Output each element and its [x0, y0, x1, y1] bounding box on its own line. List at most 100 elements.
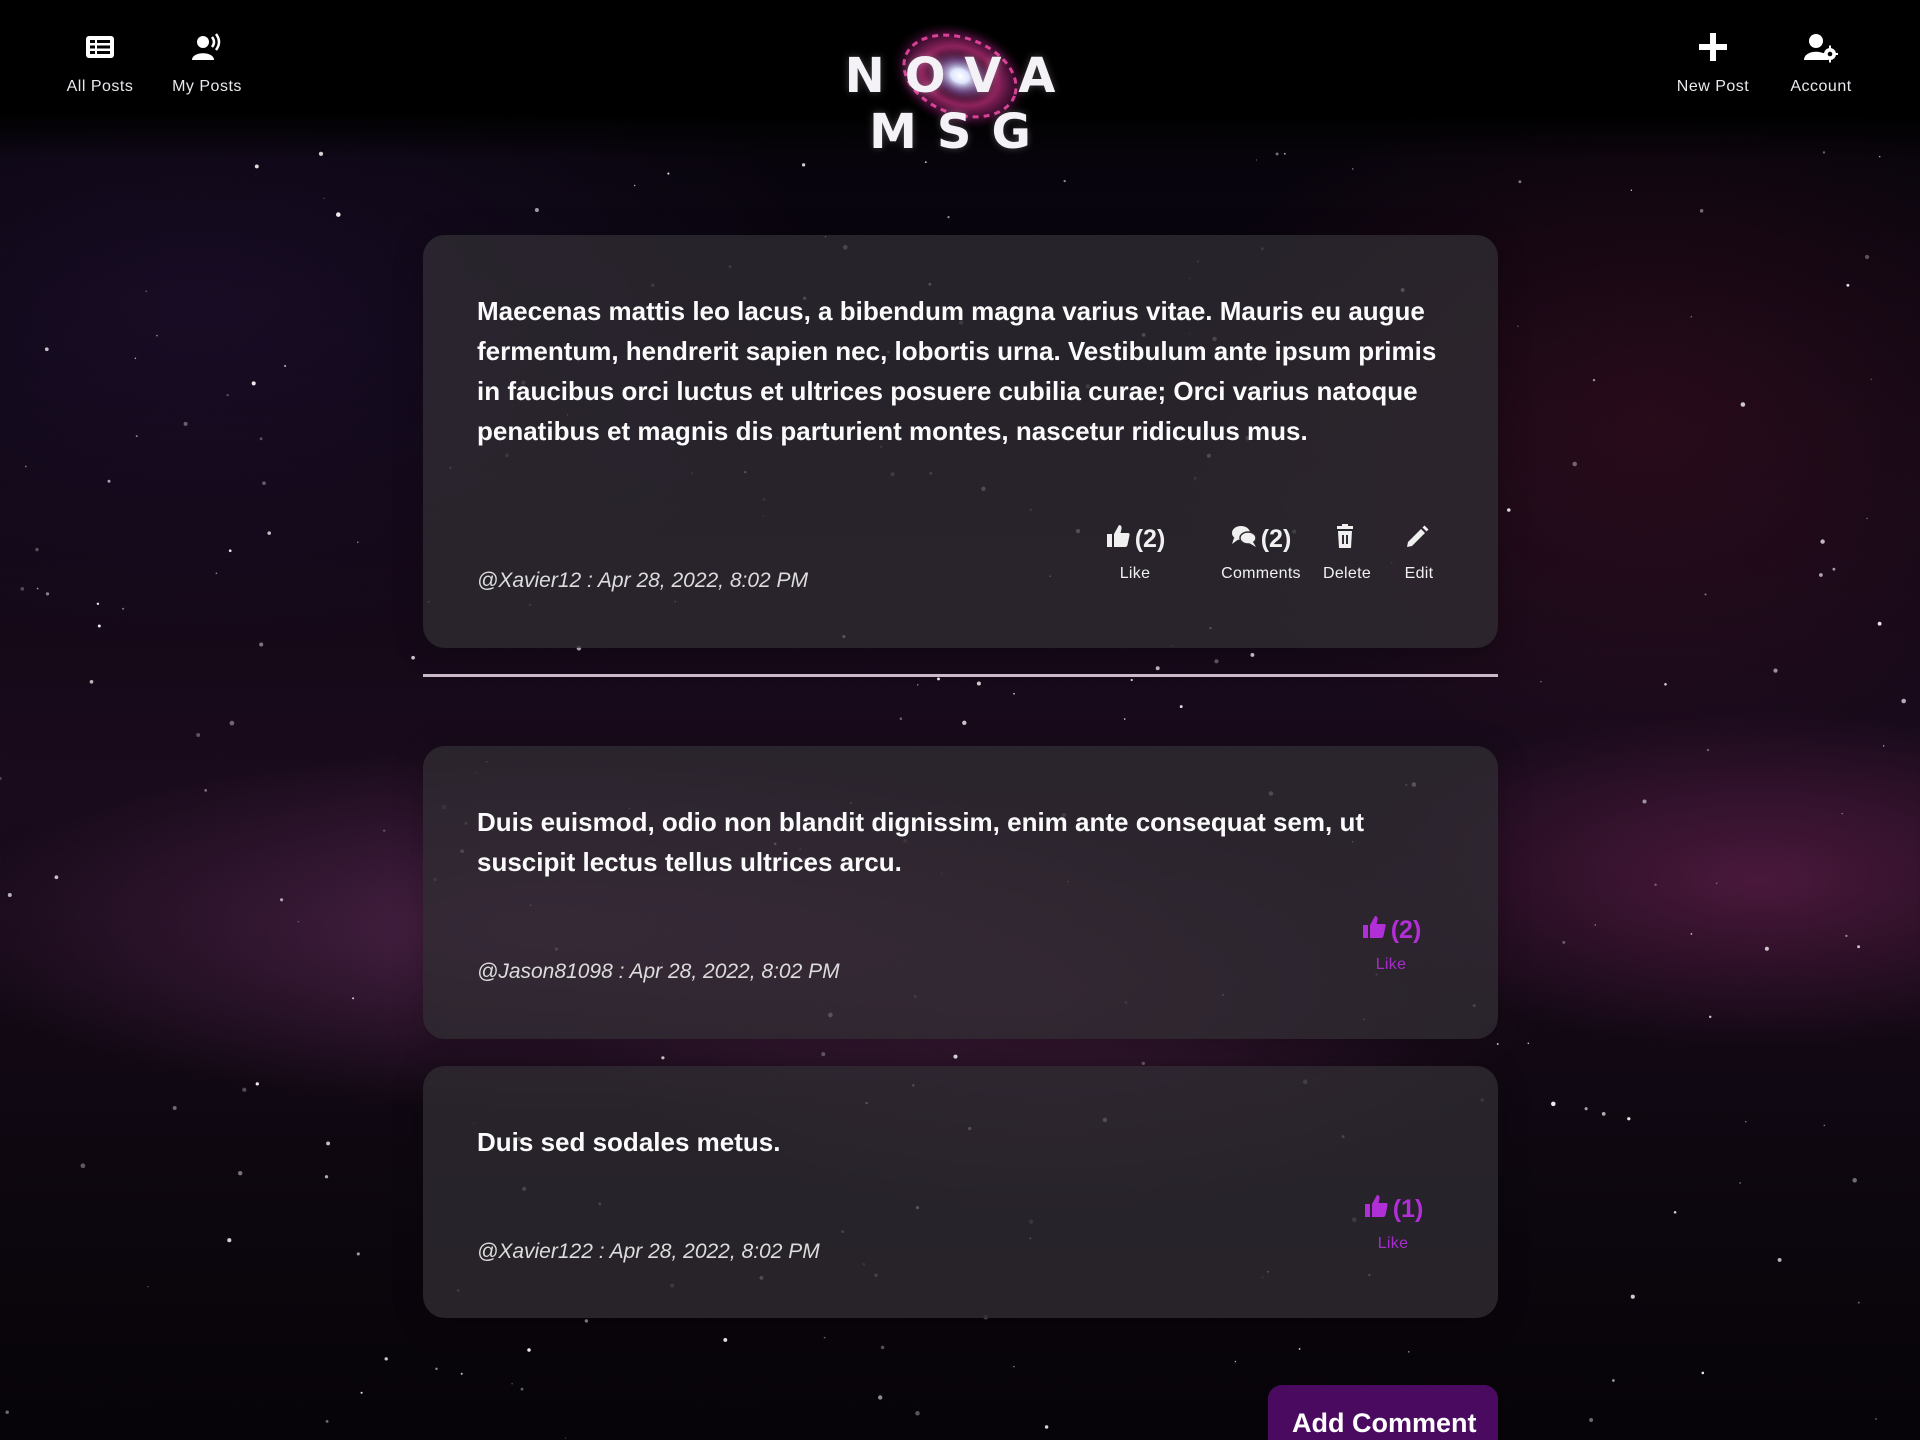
star [384, 1357, 388, 1361]
star [823, 1336, 826, 1339]
star [801, 163, 806, 167]
star [1715, 882, 1718, 885]
comments-button[interactable]: (2) Comments [1201, 523, 1321, 583]
star [196, 733, 201, 737]
star [24, 465, 27, 468]
star [564, 1437, 567, 1439]
edit-button[interactable]: Edit [1387, 523, 1451, 583]
star [226, 393, 229, 397]
star [1155, 666, 1160, 671]
star [227, 1238, 232, 1243]
star [336, 212, 341, 217]
star [878, 1395, 883, 1400]
nav-my-posts[interactable]: My Posts [152, 30, 262, 96]
star [1874, 1417, 1878, 1420]
star [1612, 1379, 1615, 1382]
star [1901, 698, 1907, 704]
star [259, 642, 264, 647]
star [667, 172, 670, 175]
nav-my-posts-label: My Posts [172, 78, 242, 95]
comment-like-button[interactable]: (1) Like [1353, 1193, 1433, 1253]
star [36, 587, 39, 590]
star [383, 829, 386, 832]
star [1846, 283, 1850, 287]
nova-msg-logo[interactable]: NOVA MSG [740, 10, 1180, 160]
post-card: Maecenas mattis leo lacus, a bibendum ma… [423, 235, 1498, 648]
star [1664, 683, 1667, 686]
star [511, 1383, 513, 1385]
star [460, 1372, 463, 1375]
star [1823, 1124, 1826, 1127]
thumbs-up-icon [1364, 1195, 1388, 1217]
user-gear-icon [1804, 30, 1839, 64]
edit-label: Edit [1404, 565, 1434, 582]
star [172, 1106, 177, 1110]
star [35, 547, 39, 552]
delete-label: Delete [1322, 565, 1372, 582]
star [54, 875, 59, 880]
star [1298, 1347, 1301, 1350]
comment-like-label: Like [1377, 1235, 1409, 1252]
comments-label: Comments [1221, 565, 1301, 582]
nav-new-post[interactable]: New Post [1658, 30, 1768, 96]
star [1214, 659, 1219, 664]
user-broadcast-icon [190, 30, 224, 64]
star [527, 1348, 531, 1352]
add-comment-button[interactable]: Add Comment [1268, 1385, 1498, 1440]
star [1562, 940, 1566, 944]
star [1832, 567, 1836, 571]
star [1179, 705, 1183, 709]
star [1739, 1182, 1741, 1184]
star [1865, 254, 1870, 260]
star [1708, 1015, 1712, 1019]
star [1517, 325, 1519, 328]
comment-like-count: (2) [1390, 916, 1422, 944]
star [0, 777, 2, 780]
star [297, 920, 300, 923]
star [97, 624, 101, 628]
star [7, 893, 12, 897]
star [45, 592, 50, 596]
star [1690, 933, 1693, 935]
star [356, 1252, 360, 1256]
star [1764, 946, 1769, 951]
star [324, 1175, 329, 1179]
star [325, 1420, 329, 1423]
star [360, 1391, 363, 1394]
star [1642, 799, 1647, 804]
comment-like-button[interactable]: (2) Like [1351, 914, 1431, 974]
star [661, 1056, 665, 1060]
star [1250, 652, 1255, 657]
star [228, 549, 232, 553]
star [1527, 1042, 1530, 1045]
star [1063, 179, 1066, 183]
star [1601, 1112, 1606, 1116]
star [1852, 1178, 1857, 1183]
thumbs-up-icon [1106, 525, 1130, 547]
star [947, 216, 950, 219]
star [5, 1410, 9, 1414]
nav-all-posts[interactable]: All Posts [45, 30, 155, 96]
delete-button[interactable]: Delete [1307, 523, 1387, 583]
like-button[interactable]: (2) Like [1095, 523, 1175, 583]
star [134, 357, 137, 360]
star [204, 789, 208, 792]
star [267, 531, 271, 535]
star [937, 677, 940, 681]
star [326, 1141, 331, 1146]
star [1141, 1061, 1145, 1066]
star [1551, 1101, 1556, 1107]
star [237, 1170, 243, 1176]
comment-like-label: Like [1375, 956, 1407, 973]
nav-new-post-label: New Post [1676, 78, 1750, 95]
star [1704, 593, 1707, 596]
comment-like-count: (1) [1392, 1195, 1424, 1223]
nav-account[interactable]: Account [1766, 30, 1876, 96]
star [357, 541, 359, 543]
nav-all-posts-label: All Posts [66, 78, 134, 95]
star [89, 679, 94, 684]
star [1627, 1117, 1631, 1121]
star [1820, 539, 1825, 544]
star [254, 164, 259, 169]
star [1819, 573, 1823, 577]
